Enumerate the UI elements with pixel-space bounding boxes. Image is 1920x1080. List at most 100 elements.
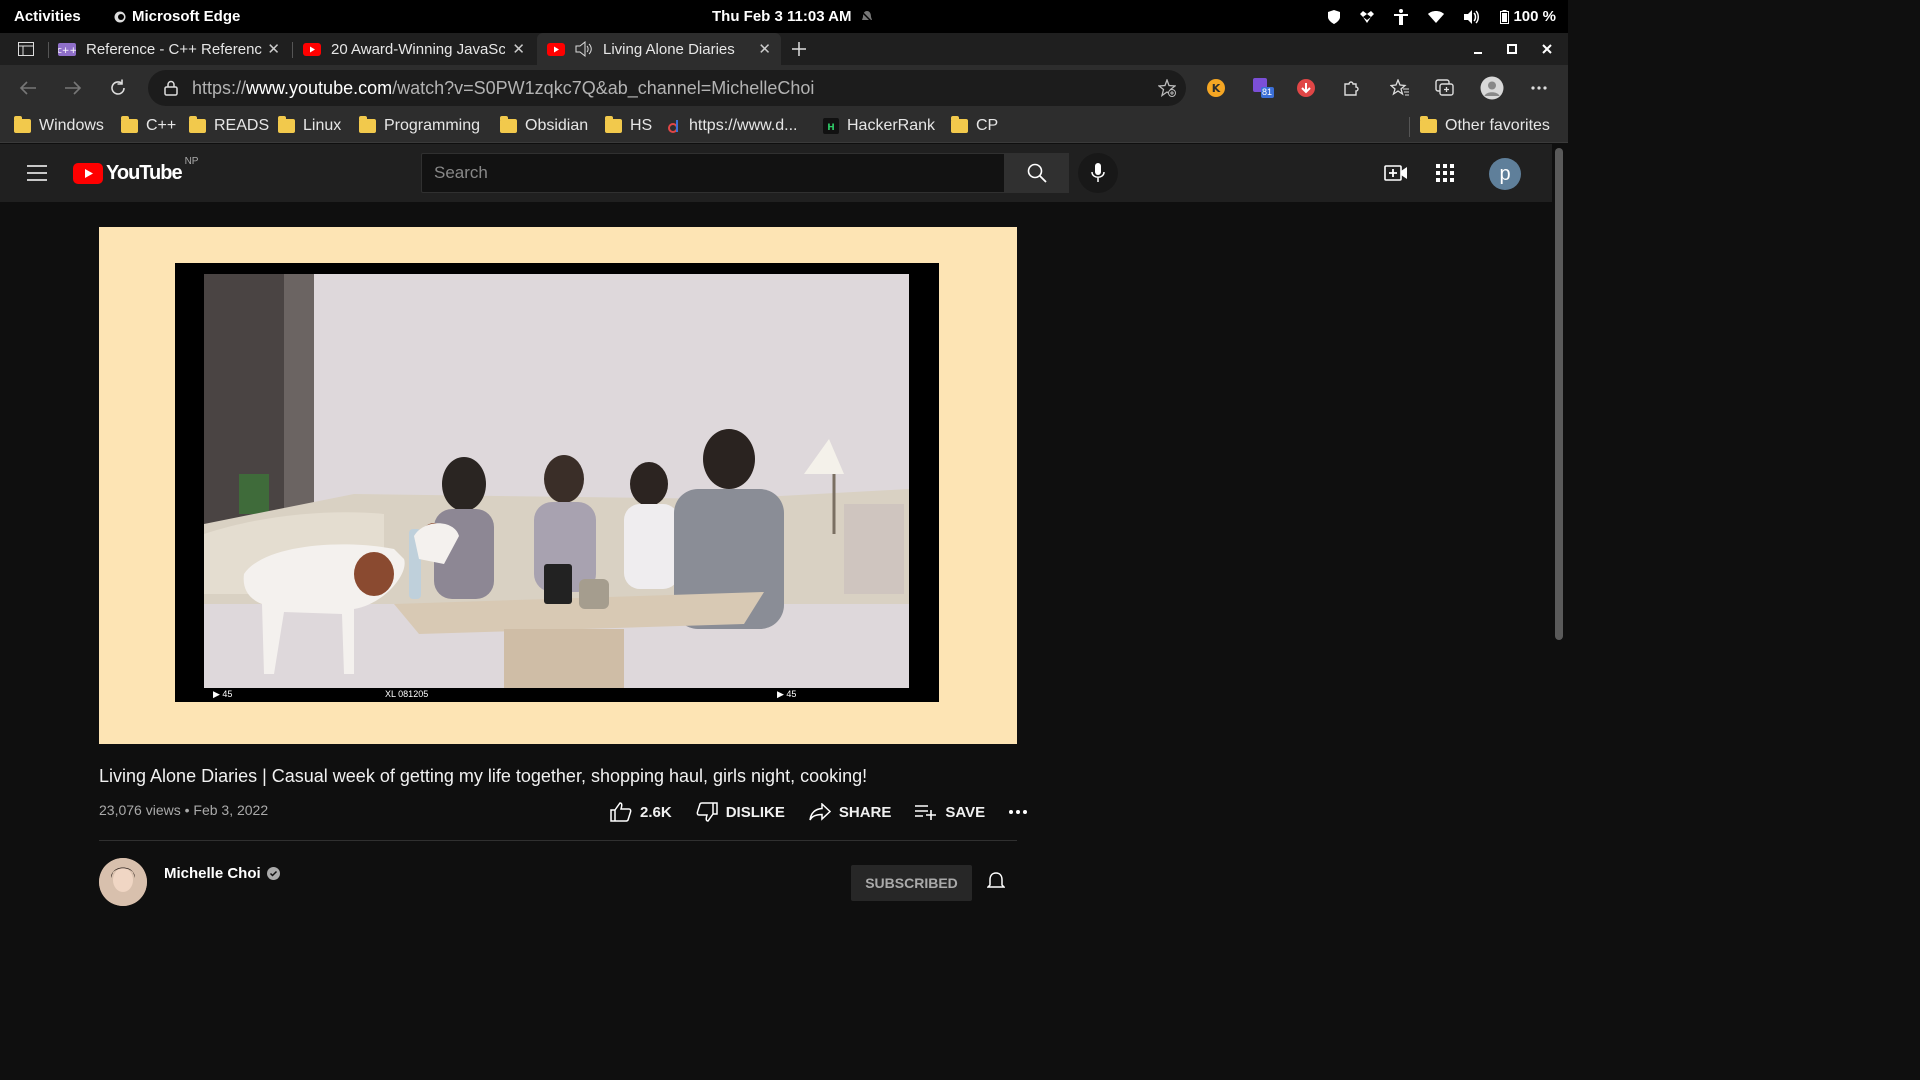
bookmark-label: Obsidian [525, 117, 589, 134]
bookmark-cpp[interactable]: C++ [121, 116, 177, 135]
tab-actions-button[interactable] [14, 37, 38, 61]
settings-more-button[interactable] [1527, 76, 1551, 100]
thumbs-up-icon [610, 802, 632, 822]
bell-icon [986, 872, 1006, 888]
svg-text:K: K [1212, 82, 1221, 95]
honey-extension-icon: K [1207, 79, 1225, 97]
maximize-button[interactable] [1500, 37, 1524, 61]
save-button[interactable]: SAVE [915, 804, 985, 821]
tab-cpp-reference[interactable]: c++ Reference - C++ Reference ✕ [58, 33, 290, 65]
subscribe-button[interactable]: SUBSCRIBED [851, 865, 972, 901]
account-avatar[interactable]: p [1489, 158, 1521, 190]
refresh-button[interactable] [106, 76, 130, 100]
bookmark-windows[interactable]: Windows [14, 116, 104, 135]
bookmark-programming[interactable]: Programming [359, 116, 480, 135]
puzzle-icon [1344, 81, 1359, 96]
dislike-button[interactable]: DISLIKE [696, 802, 785, 822]
url-prefix: https:// [192, 77, 247, 98]
tab-title: 20 Award-Winning JavaScript [331, 40, 505, 58]
bookmark-obsidian[interactable]: Obsidian [500, 116, 589, 135]
address-bar[interactable]: https://www.youtube.com/watch?v=S0PW1zqk… [148, 70, 1186, 106]
video-camera-plus-icon [1384, 165, 1407, 181]
tab-title: Living Alone Diaries [603, 40, 735, 58]
activities-button[interactable]: Activities [14, 8, 81, 25]
extension-badge-count: 81 [1262, 87, 1273, 97]
divider [99, 840, 1017, 841]
voice-search-button[interactable] [1078, 153, 1118, 193]
speaker-icon[interactable] [575, 41, 593, 57]
extension-badge[interactable]: 81 [1251, 76, 1275, 100]
create-video-button[interactable] [1384, 161, 1408, 185]
add-favorite-icon[interactable] [1158, 79, 1176, 97]
tab-living-alone-diaries[interactable]: Living Alone Diaries ✕ [537, 33, 781, 65]
toolbar: https://www.youtube.com/watch?v=S0PW1zqk… [0, 65, 1568, 111]
page-scrollbar[interactable] [1555, 148, 1563, 640]
bookmark-cp[interactable]: CP [951, 116, 998, 135]
forward-button[interactable] [61, 76, 85, 100]
bookmark-linux[interactable]: Linux [278, 116, 341, 135]
search-button[interactable] [1005, 153, 1069, 193]
hamburger-menu-icon [27, 165, 47, 181]
bookmark-label: C++ [146, 117, 177, 134]
video-metadata: 23,076 views • Feb 3, 2022 [99, 802, 269, 818]
youtube-logo[interactable]: YouTube NP [73, 156, 198, 185]
share-button[interactable]: SHARE [809, 803, 892, 821]
tab-javascript[interactable]: 20 Award-Winning JavaScript ✕ [303, 33, 535, 65]
more-actions-button[interactable] [1009, 810, 1028, 814]
collections-button[interactable] [1433, 76, 1457, 100]
profile-button[interactable] [1480, 76, 1504, 100]
apps-button[interactable] [1433, 161, 1457, 185]
bookmark-hs[interactable]: HS [605, 116, 652, 135]
more-horizontal-icon [1009, 810, 1028, 814]
search-icon [1027, 163, 1047, 183]
extension-honey[interactable]: K [1204, 76, 1228, 100]
close-icon[interactable]: ✕ [267, 40, 280, 58]
accessibility-icon [1394, 8, 1409, 25]
channel-name: Michelle Choi [164, 865, 261, 882]
url-host: www.youtube.com [246, 77, 393, 98]
plus-icon [792, 42, 806, 56]
channel-avatar[interactable] [99, 858, 147, 906]
extension-download[interactable] [1294, 76, 1318, 100]
search-input[interactable]: Search [421, 153, 1005, 193]
svg-text:H: H [827, 123, 835, 133]
bookmark-site[interactable]: https://www.d... [667, 117, 797, 135]
folder-icon [951, 116, 968, 133]
bookmark-reads[interactable]: READS [189, 116, 269, 135]
battery-status: 100 % [1500, 8, 1556, 25]
close-icon[interactable]: ✕ [758, 40, 771, 58]
channel-name-link[interactable]: Michelle Choi [164, 865, 280, 882]
other-favorites-label: Other favorites [1445, 117, 1550, 134]
back-button[interactable] [16, 76, 40, 100]
close-icon [1542, 44, 1552, 54]
folder-icon [605, 116, 622, 133]
favorites-button[interactable] [1388, 76, 1412, 100]
collections-icon [1435, 79, 1454, 96]
minimize-button[interactable] [1466, 37, 1490, 61]
new-tab-button[interactable] [787, 37, 811, 61]
other-favorites[interactable]: Other favorites [1420, 116, 1550, 135]
folder-icon [359, 116, 376, 133]
bookmark-hackerrank[interactable]: H HackerRank [823, 117, 935, 135]
close-window-button[interactable] [1535, 37, 1559, 61]
verified-check-icon [266, 867, 280, 880]
extensions-button[interactable] [1339, 76, 1363, 100]
site-icon [668, 120, 678, 133]
tab-strip: c++ Reference - C++ Reference ✕ 20 Award… [0, 33, 1568, 65]
edge-icon [114, 11, 126, 22]
notification-bell-button[interactable] [986, 872, 1006, 897]
youtube-page: YouTube NP Search p ▶ 45 XL 081205 ▶ 45 … [0, 144, 1568, 906]
like-button[interactable]: 2.6K [610, 802, 672, 822]
app-menu[interactable]: Microsoft Edge [114, 8, 240, 25]
video-player[interactable]: ▶ 45 XL 081205 ▶ 45 [99, 227, 1017, 744]
guide-menu-button[interactable] [25, 161, 49, 185]
share-label: SHARE [838, 803, 892, 821]
clock[interactable]: Thu Feb 3 11:03 AM [712, 8, 874, 25]
arrow-left-icon [19, 81, 36, 95]
dropbox-icon [1360, 10, 1375, 23]
system-tray[interactable]: 100 % [1328, 8, 1556, 25]
arrow-right-icon [65, 81, 82, 95]
youtube-icon [547, 42, 565, 56]
close-icon[interactable]: ✕ [512, 40, 525, 58]
volume-icon [1464, 9, 1480, 24]
